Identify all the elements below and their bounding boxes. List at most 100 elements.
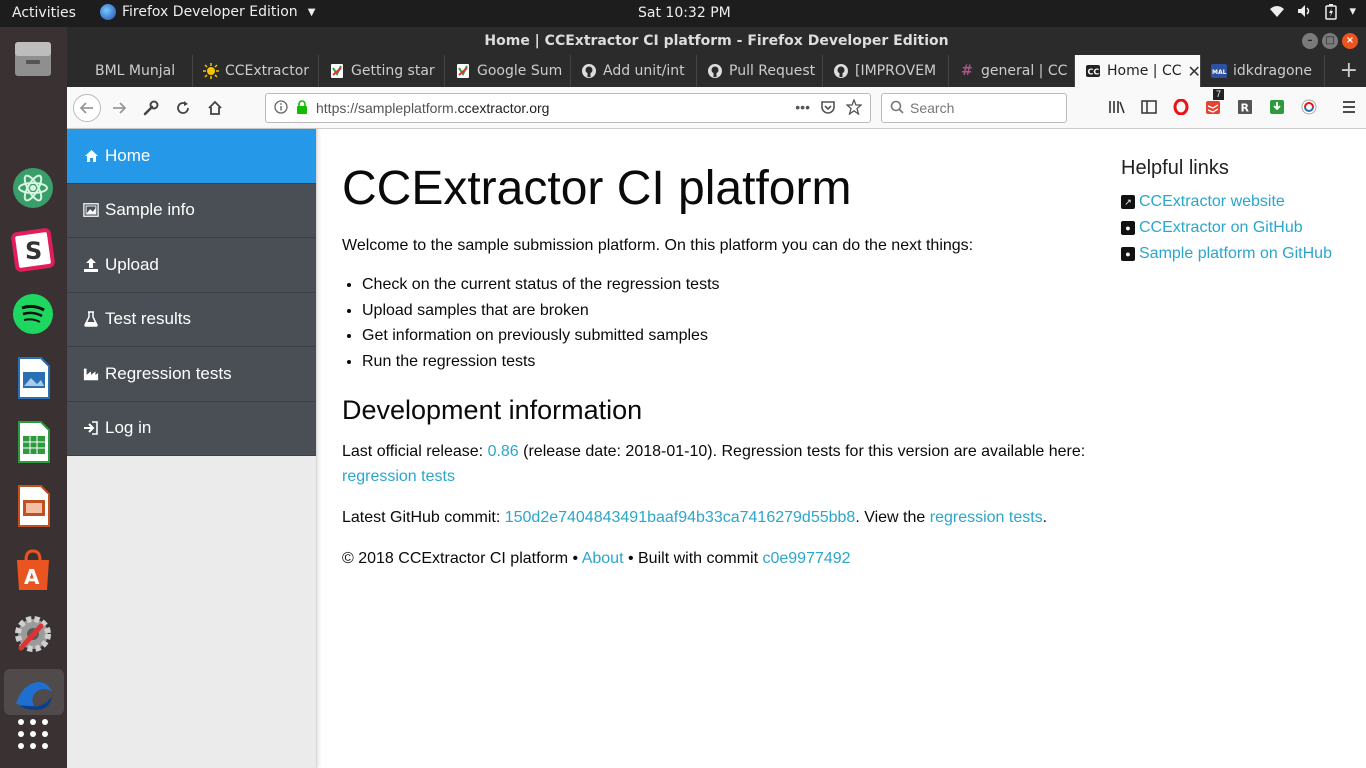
nav-item-upload[interactable]: Upload: [67, 238, 316, 293]
commit-regression-tests-link[interactable]: regression tests: [930, 509, 1043, 526]
pocket-icon[interactable]: [820, 99, 836, 118]
volume-icon: [1297, 4, 1313, 24]
tab-add-unit-integration[interactable]: Add unit/int: [571, 55, 697, 87]
tab-bml-munjal[interactable]: BML Munjal: [85, 55, 193, 87]
files-app-icon[interactable]: [10, 35, 56, 81]
show-applications-grid-icon[interactable]: [10, 711, 56, 757]
bookmark-star-icon[interactable]: [845, 97, 863, 118]
nav-item-home[interactable]: Home: [67, 129, 316, 184]
search-bar[interactable]: Search: [881, 93, 1067, 123]
window-titlebar[interactable]: Home | CCExtractor CI platform - Firefox…: [67, 27, 1366, 55]
nav-item-log-in[interactable]: Log in: [67, 401, 316, 456]
opera-vpn-icon[interactable]: [1171, 97, 1191, 117]
ccextractor-github-link[interactable]: CCExtractor on GitHub: [1139, 215, 1303, 241]
build-commit-link[interactable]: c0e9977492: [762, 550, 850, 567]
tab-home-ccextractor[interactable]: CC Home | CC ✕: [1075, 55, 1201, 87]
todoist-icon[interactable]: 7: [1203, 89, 1225, 117]
ccextractor-website-link[interactable]: CCExtractor website: [1139, 189, 1285, 215]
page-title: CCExtractor CI platform: [342, 162, 852, 215]
system-tray[interactable]: ▾: [1269, 4, 1356, 24]
hamburger-menu-icon[interactable]: [1339, 97, 1359, 117]
url-bar[interactable]: https://sampleplatform.ccextractor.org •…: [265, 93, 871, 123]
rescuetime-icon[interactable]: R: [1235, 97, 1255, 117]
atom-app-icon[interactable]: [10, 165, 56, 211]
back-button[interactable]: [73, 94, 101, 122]
power-menu-caret-icon: ▾: [1349, 4, 1356, 19]
launcher-dock: S A: [0, 27, 67, 768]
libreoffice-impress-app-icon[interactable]: [10, 483, 56, 529]
release-prefix: Last official release:: [342, 442, 488, 460]
tab-pull-request[interactable]: Pull Request: [697, 55, 823, 87]
slack-icon: #: [961, 63, 973, 79]
helpful-links: Helpful links ↗ CCExtractor website ● CC…: [1121, 153, 1361, 267]
library-icon[interactable]: [1107, 97, 1127, 117]
info-icon[interactable]: [274, 99, 288, 117]
svg-text:R: R: [1241, 102, 1250, 115]
tab-label: Getting star: [351, 63, 435, 79]
intro-text: Welcome to the sample submission platfor…: [342, 237, 974, 254]
tab-slack-general[interactable]: # general | CC: [949, 55, 1075, 87]
system-settings-app-icon[interactable]: [10, 611, 56, 657]
minimize-button[interactable]: –: [1302, 33, 1318, 49]
svg-text:S: S: [25, 237, 42, 265]
tab-getting-started[interactable]: Getting star: [319, 55, 445, 87]
github-icon: ●: [1121, 247, 1135, 261]
about-link[interactable]: About: [582, 550, 624, 567]
firefox-developer-edition-app-icon[interactable]: [4, 669, 64, 715]
svg-text:CC: CC: [1088, 68, 1100, 77]
spotify-app-icon[interactable]: [10, 291, 56, 337]
github-icon: ●: [1121, 221, 1135, 235]
tab-google-summary[interactable]: Google Sum: [445, 55, 571, 87]
sync-extension-icon[interactable]: [1299, 97, 1319, 117]
close-window-button[interactable]: ×: [1342, 33, 1358, 49]
reload-button[interactable]: [169, 94, 197, 122]
ubuntu-software-app-icon[interactable]: A: [10, 547, 56, 593]
lock-icon[interactable]: [296, 99, 308, 117]
tab-label: CCExtractor: [225, 63, 310, 79]
commit-info: Latest GitHub commit: 150d2e7404843491ba…: [342, 505, 1102, 530]
home-button[interactable]: [201, 94, 229, 122]
sample-platform-github-link[interactable]: Sample platform on GitHub: [1139, 241, 1332, 267]
wrench-icon[interactable]: [137, 94, 165, 122]
tab-strip: BML Munjal CCExtractor Getting star Goog…: [67, 55, 1366, 87]
tab-ccextractor[interactable]: CCExtractor: [193, 55, 319, 87]
upload-icon: [83, 257, 99, 273]
feature-item: Run the regression tests: [362, 349, 1102, 375]
nav-item-sample-info[interactable]: Sample info: [67, 183, 316, 238]
page-actions-menu-icon[interactable]: •••: [795, 99, 810, 118]
close-tab-icon[interactable]: ✕: [1188, 62, 1200, 81]
navigation-toolbar: https://sampleplatform.ccextractor.org •…: [67, 87, 1366, 129]
tab-improvement[interactable]: [IMPROVEM: [823, 55, 949, 87]
new-tab-button[interactable]: +: [1340, 58, 1358, 83]
download-extension-icon[interactable]: [1267, 97, 1287, 117]
helpful-links-heading: Helpful links: [1121, 157, 1229, 179]
sun-icon: [203, 63, 219, 79]
clock[interactable]: Sat 10:32 PM: [638, 5, 731, 21]
github-icon: [707, 63, 723, 79]
wifi-icon: [1269, 4, 1285, 24]
nav-item-label: Test results: [105, 309, 191, 329]
libreoffice-writer-app-icon[interactable]: [10, 355, 56, 401]
tab-idkdragoneer[interactable]: MAL idkdragone: [1201, 55, 1325, 87]
url-text: https://sampleplatform.ccextractor.org: [316, 100, 549, 116]
commit-hash-link[interactable]: 150d2e7404843491baaf94b33ca7416279d55bb8: [505, 509, 856, 526]
activities-button[interactable]: Activities: [12, 5, 76, 21]
feature-item: Get information on previously submitted …: [362, 323, 1102, 349]
libreoffice-calc-app-icon[interactable]: [10, 419, 56, 465]
footer-prefix: © 2018 CCExtractor CI platform •: [342, 549, 582, 567]
nav-item-regression-tests[interactable]: Regression tests: [67, 347, 316, 402]
release-regression-tests-link[interactable]: regression tests: [342, 468, 455, 485]
forward-button[interactable]: [105, 94, 133, 122]
release-version-link[interactable]: 0.86: [488, 443, 519, 460]
maximize-button[interactable]: □: [1322, 33, 1338, 49]
nav-item-test-results[interactable]: Test results: [67, 292, 316, 347]
sidebar-toggle-icon[interactable]: [1139, 97, 1159, 117]
cc-icon: CC: [1085, 63, 1101, 79]
tab-label: Google Sum: [477, 63, 563, 79]
url-actions: •••: [795, 97, 870, 118]
factory-icon: [83, 366, 99, 382]
app-menu[interactable]: Firefox Developer Edition ▼: [100, 4, 315, 20]
sign-in-icon: [83, 420, 99, 436]
nav-item-label: Sample info: [105, 200, 195, 220]
slack-app-icon[interactable]: S: [10, 227, 56, 273]
